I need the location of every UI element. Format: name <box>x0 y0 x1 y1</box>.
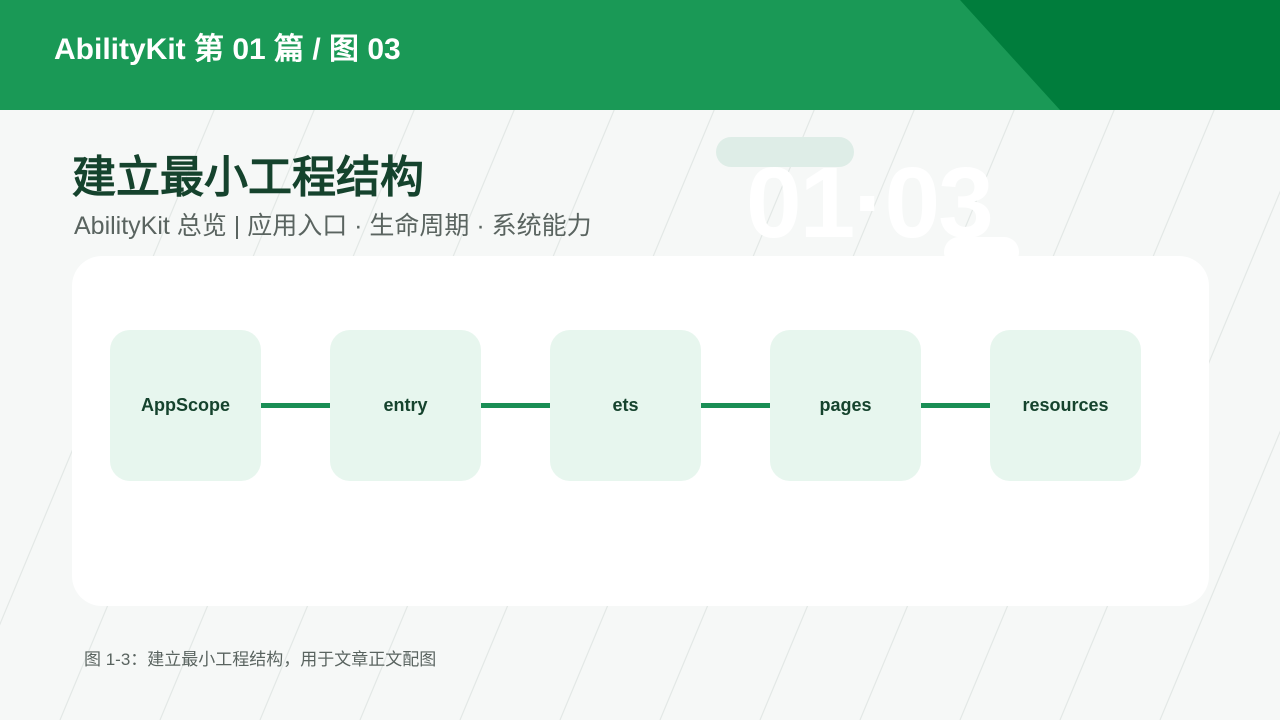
node-label: ets <box>612 395 639 415</box>
diagram-node-resources: resources <box>990 330 1141 481</box>
diagram-node-entry: entry <box>330 330 481 481</box>
connector-line <box>920 403 991 408</box>
diagram-node-appscope: AppScope <box>110 330 261 481</box>
figure-caption: 图 1-3：建立最小工程结构，用于文章正文配图 <box>84 650 437 669</box>
connector-line <box>480 403 551 408</box>
node-label: resources <box>1022 395 1109 415</box>
connector-line <box>700 403 771 408</box>
page-title: 建立最小工程结构 <box>72 153 424 202</box>
node-label: AppScope <box>140 395 230 415</box>
page-subtitle: AbilityKit 总览 | 应用入口 · 生命周期 · 系统能力 <box>74 212 592 240</box>
diagram-node-ets: ets <box>550 330 701 481</box>
connector-line <box>260 403 331 408</box>
diagram-node-pages: pages <box>770 330 921 481</box>
header-title: AbilityKit 第 01 篇 / 图 03 <box>54 33 401 66</box>
header-banner: AbilityKit 第 01 篇 / 图 03 <box>0 0 1280 110</box>
node-label: entry <box>383 395 428 415</box>
node-label: pages <box>819 395 872 415</box>
